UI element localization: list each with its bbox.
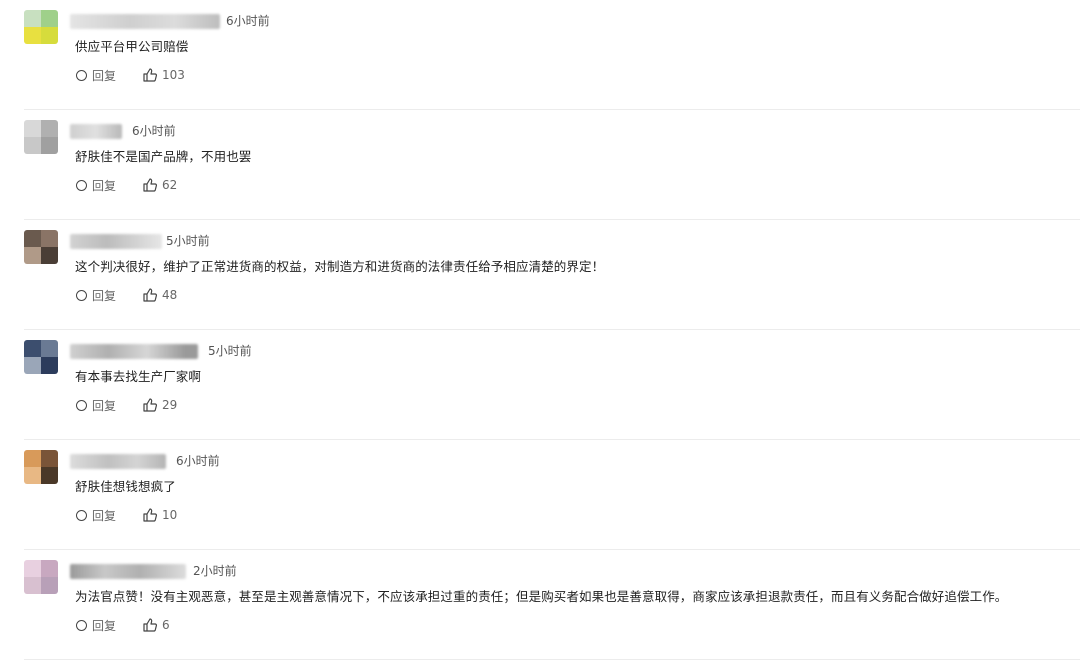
reply-button[interactable]: 回复 [76, 287, 116, 304]
username-redacted[interactable] [70, 14, 220, 29]
avatar-pixel [24, 10, 41, 27]
reply-icon [76, 509, 87, 521]
username-redacted[interactable] [70, 454, 166, 469]
like-button[interactable]: 48 [142, 287, 177, 303]
username-redacted[interactable] [70, 564, 186, 579]
comment-actions: 回复 29 [76, 396, 177, 414]
reply-label: 回复 [92, 398, 117, 413]
like-count: 6 [162, 618, 170, 632]
like-count: 10 [162, 508, 178, 522]
reply-button[interactable]: 回复 [76, 397, 116, 414]
like-count: 62 [162, 178, 178, 192]
username-redacted[interactable] [70, 124, 122, 139]
comment-time: 5小时前 [166, 234, 210, 248]
like-count: 29 [162, 398, 178, 412]
avatar-pixel [41, 247, 58, 264]
avatar[interactable] [24, 120, 58, 154]
reply-button[interactable]: 回复 [76, 507, 116, 524]
avatar-pixel [41, 450, 58, 467]
reply-label: 回复 [92, 618, 117, 633]
avatar-pixel [41, 560, 58, 577]
comment-text: 舒肤佳不是国产品牌，不用也罢 [75, 149, 252, 164]
comment-time: 2小时前 [193, 564, 237, 578]
reply-label: 回复 [92, 178, 117, 193]
avatar-pixel [24, 450, 41, 467]
avatar-pixel [41, 10, 58, 27]
reply-icon [76, 399, 87, 411]
avatar-pixel [24, 230, 41, 247]
avatar-pixel [41, 577, 58, 594]
like-button[interactable]: 29 [142, 397, 177, 413]
comment-actions: 回复 6 [76, 616, 170, 634]
avatar-pixel [41, 467, 58, 484]
reply-button[interactable]: 回复 [76, 177, 116, 194]
avatar[interactable] [24, 230, 58, 264]
avatar-pixel [24, 577, 41, 594]
avatar-pixel [24, 340, 41, 357]
reply-icon [76, 289, 87, 301]
like-button[interactable]: 6 [142, 617, 170, 633]
thumbs-up-icon [143, 68, 158, 82]
avatar-pixel [41, 120, 58, 137]
thumbs-up-icon [143, 398, 158, 412]
avatar-pixel [41, 357, 58, 374]
avatar[interactable] [24, 450, 58, 484]
reply-icon [76, 69, 87, 81]
comment-text: 这个判决很好，维护了正常进货商的权益，对制造方和进货商的法律责任给予相应清楚的界… [75, 259, 605, 274]
comment-text: 有本事去找生产厂家啊 [75, 369, 202, 384]
avatar-pixel [24, 27, 41, 44]
comment-time: 6小时前 [226, 14, 270, 28]
avatar-pixel [24, 120, 41, 137]
comment-actions: 回复 10 [76, 506, 177, 524]
reply-label: 回复 [92, 68, 117, 83]
comment-actions: 回复 48 [76, 286, 177, 304]
avatar-pixel [24, 247, 41, 264]
comment-list: 6小时前 供应平台甲公司赔偿 回复 103 6小时前 舒肤佳不是国产品牌，不用也… [0, 0, 1080, 660]
comment-actions: 回复 103 [76, 66, 185, 84]
like-count: 48 [162, 288, 178, 302]
avatar-pixel [24, 560, 41, 577]
username-redacted[interactable] [70, 344, 198, 359]
avatar-pixel [41, 230, 58, 247]
avatar-pixel [41, 27, 58, 44]
comment-item: 5小时前 这个判决很好，维护了正常进货商的权益，对制造方和进货商的法律责任给予相… [0, 220, 1080, 330]
reply-label: 回复 [92, 508, 117, 523]
comment-item: 6小时前 舒肤佳想钱想疯了 回复 10 [0, 440, 1080, 550]
reply-button[interactable]: 回复 [76, 617, 116, 634]
comment-item: 5小时前 有本事去找生产厂家啊 回复 29 [0, 330, 1080, 440]
comment-item: 6小时前 舒肤佳不是国产品牌，不用也罢 回复 62 [0, 110, 1080, 220]
reply-icon [76, 619, 87, 631]
avatar[interactable] [24, 560, 58, 594]
like-count: 103 [162, 68, 185, 82]
avatar-pixel [24, 137, 41, 154]
thumbs-up-icon [143, 178, 158, 192]
username-redacted[interactable] [70, 234, 162, 249]
reply-label: 回复 [92, 288, 117, 303]
comment-item: 6小时前 供应平台甲公司赔偿 回复 103 [0, 0, 1080, 110]
thumbs-up-icon [143, 618, 158, 632]
avatar-pixel [24, 357, 41, 374]
avatar-pixel [41, 137, 58, 154]
comment-time: 6小时前 [132, 124, 176, 138]
thumbs-up-icon [143, 508, 158, 522]
comment-actions: 回复 62 [76, 176, 177, 194]
avatar[interactable] [24, 10, 58, 44]
like-button[interactable]: 10 [142, 507, 177, 523]
comment-time: 5小时前 [208, 344, 252, 358]
like-button[interactable]: 103 [142, 67, 185, 83]
avatar-pixel [41, 340, 58, 357]
reply-icon [76, 179, 87, 191]
like-button[interactable]: 62 [142, 177, 177, 193]
avatar-pixel [24, 467, 41, 484]
avatar[interactable] [24, 340, 58, 374]
thumbs-up-icon [143, 288, 158, 302]
comment-text: 供应平台甲公司赔偿 [75, 39, 189, 54]
reply-button[interactable]: 回复 [76, 67, 116, 84]
comment-text: 舒肤佳想钱想疯了 [75, 479, 176, 494]
comment-item: 2小时前 为法官点赞！没有主观恶意，甚至是主观善意情况下，不应该承担过重的责任；… [0, 550, 1080, 660]
comment-text: 为法官点赞！没有主观恶意，甚至是主观善意情况下，不应该承担过重的责任；但是购买者… [75, 589, 1008, 604]
comment-time: 6小时前 [176, 454, 220, 468]
